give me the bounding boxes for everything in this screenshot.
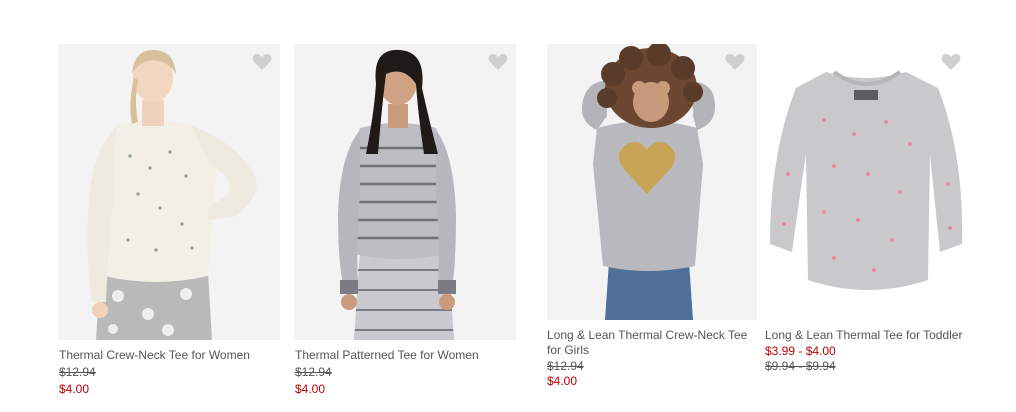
product-image-thermal-patterned-women[interactable]	[294, 44, 516, 340]
model-photo	[547, 44, 757, 320]
product-title[interactable]: Long & Lean Thermal Tee for Toddler	[765, 328, 971, 343]
sale-price: $4.00	[295, 382, 326, 396]
sale-price: $4.00	[59, 382, 90, 396]
product-image-thermal-crew-neck-women[interactable]	[58, 44, 280, 340]
favorite-heart-icon[interactable]	[252, 53, 272, 71]
regular-price: $12.94	[547, 359, 584, 373]
model-photo	[294, 44, 516, 340]
product-card[interactable]: Thermal Crew-Neck Tee for Women $12.94 $…	[58, 44, 280, 404]
product-image-toddler-thermal-tee[interactable]	[764, 44, 970, 320]
product-card[interactable]: Thermal Patterned Tee for Women $12.94 $…	[294, 44, 516, 404]
product-photo	[764, 44, 970, 320]
favorite-heart-icon[interactable]	[941, 53, 961, 71]
favorite-heart-icon[interactable]	[725, 53, 745, 71]
product-card[interactable]: Long & Lean Thermal Tee for Toddler $3.9…	[764, 44, 970, 404]
model-photo	[58, 44, 280, 340]
regular-price: $9.94 - $9.94	[765, 359, 836, 373]
regular-price: $12.94	[59, 365, 96, 379]
product-title[interactable]: Long & Lean Thermal Crew-Neck Tee for Gi…	[547, 328, 757, 358]
product-image-girls-thermal-crew-neck[interactable]	[547, 44, 757, 320]
product-title[interactable]: Thermal Crew-Neck Tee for Women	[59, 348, 281, 363]
favorite-heart-icon[interactable]	[488, 53, 508, 71]
sale-price: $4.00	[547, 374, 578, 388]
product-title[interactable]: Thermal Patterned Tee for Women	[295, 348, 517, 363]
sale-price: $3.99 - $4.00	[765, 344, 836, 358]
product-card[interactable]: Long & Lean Thermal Crew-Neck Tee for Gi…	[547, 44, 757, 404]
regular-price: $12.94	[295, 365, 332, 379]
